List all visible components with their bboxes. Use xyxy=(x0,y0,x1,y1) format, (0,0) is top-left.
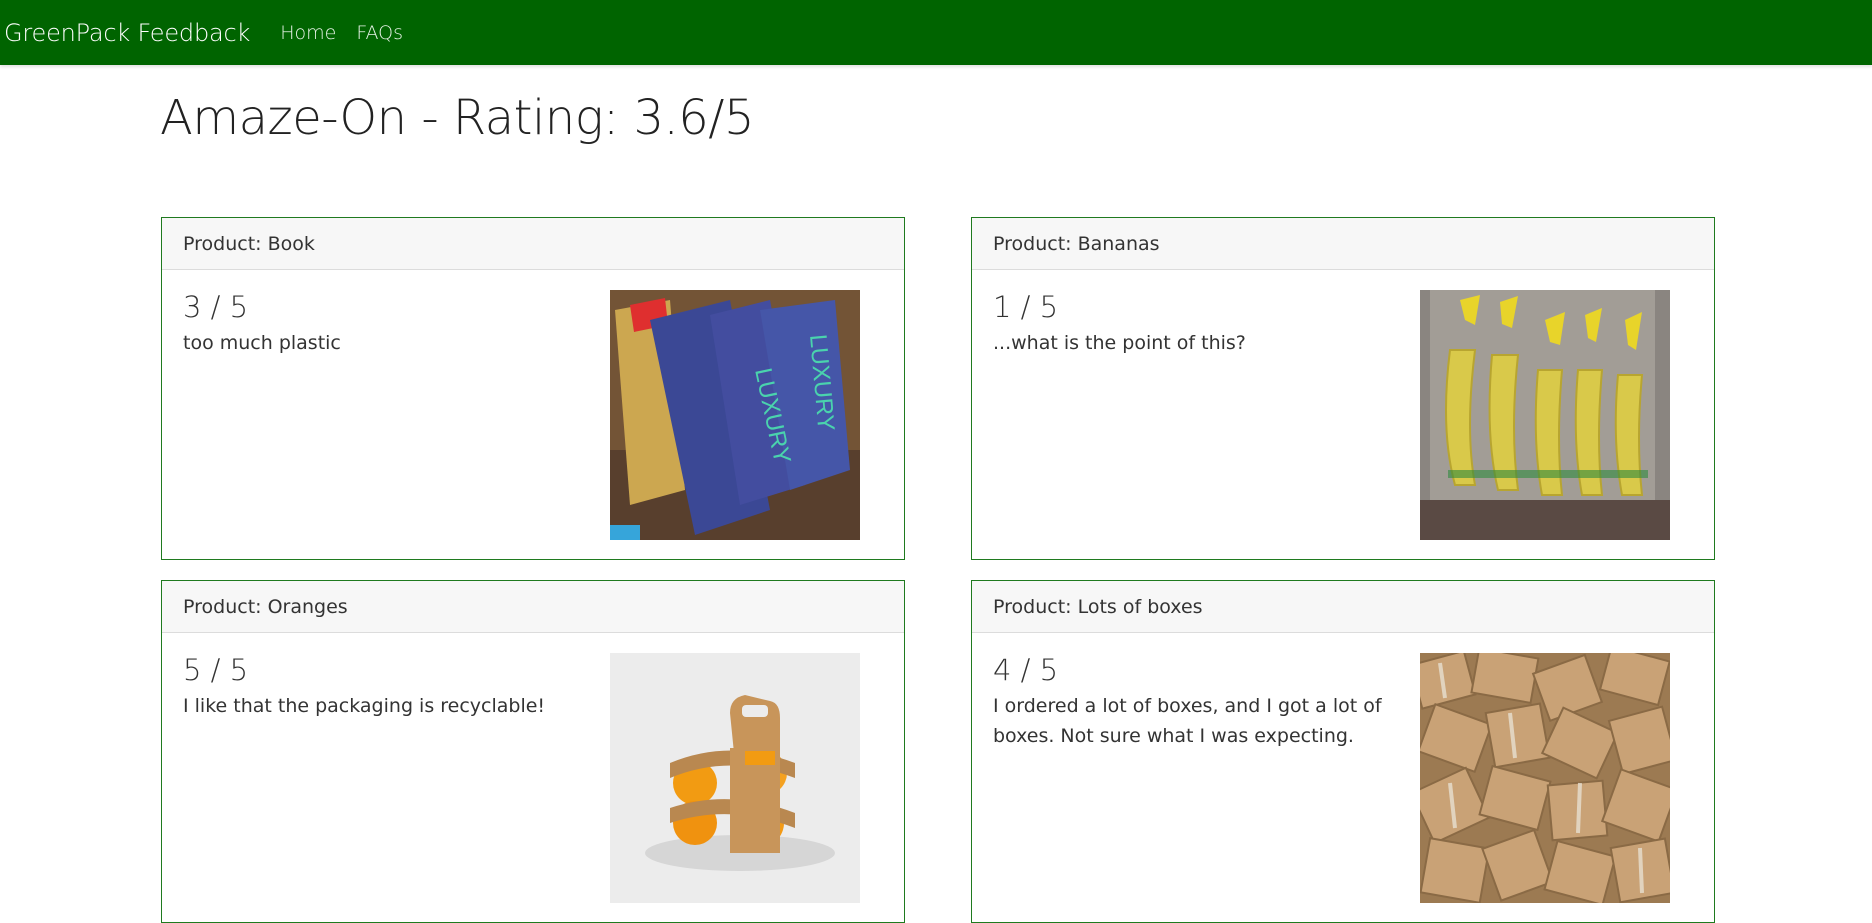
review-comment: ...what is the point of this? xyxy=(993,332,1246,354)
page-title: Amaze-On - Rating: 3.6/5 xyxy=(160,90,755,146)
card-header: Product: Book xyxy=(162,218,904,270)
review-card-bananas: Product: Bananas 1 / 5 ...what is the po… xyxy=(971,217,1715,560)
bananas-packaging-image xyxy=(1420,290,1670,540)
card-body: 3 / 5 too much plastic LUXURY LUXURY xyxy=(162,270,904,540)
card-header: Product: Oranges xyxy=(162,581,904,633)
card-body: 1 / 5 ...what is the point of this? xyxy=(972,270,1714,540)
main-content: Amaze-On - Rating: 3.6/5 Product: Book 3… xyxy=(160,88,1717,923)
review-comment: I like that the packaging is recyclable! xyxy=(183,695,546,717)
review-card-oranges: Product: Oranges 5 / 5 I like that the p… xyxy=(161,580,905,923)
brand-link[interactable]: GreenPack Feedback xyxy=(4,19,250,47)
review-card-book: Product: Book 3 / 5 too much plastic LUX… xyxy=(161,217,905,560)
boxes-image xyxy=(1420,653,1670,903)
nav-home-link[interactable]: Home xyxy=(280,22,336,44)
card-header: Product: Bananas xyxy=(972,218,1714,270)
top-navbar: GreenPack Feedback Home FAQs xyxy=(0,0,1872,65)
card-header: Product: Lots of boxes xyxy=(972,581,1714,633)
card-body: 5 / 5 I like that the packaging is recyc… xyxy=(162,633,904,903)
review-comment: too much plastic xyxy=(183,332,341,354)
review-comment: I ordered a lot of boxes, and I got a lo… xyxy=(993,695,1382,747)
review-card-lots-of-boxes: Product: Lots of boxes 4 / 5 I ordered a… xyxy=(971,580,1715,923)
book-packaging-image: LUXURY LUXURY xyxy=(610,290,860,540)
oranges-packaging-image xyxy=(610,653,860,903)
nav-faqs-link[interactable]: FAQs xyxy=(356,22,403,44)
card-body: 4 / 5 I ordered a lot of boxes, and I go… xyxy=(972,633,1714,903)
